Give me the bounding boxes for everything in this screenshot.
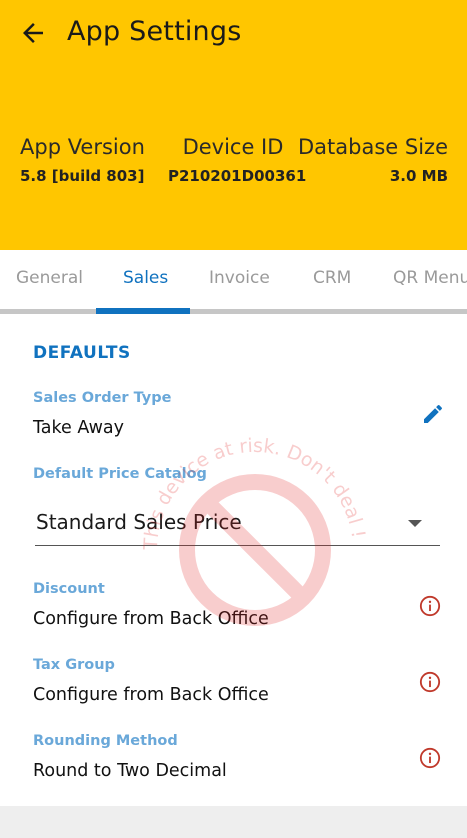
settings-tabs: General Sales Invoice CRM QR Menu bbox=[0, 250, 467, 314]
arrow-left-icon[interactable] bbox=[18, 18, 48, 48]
rounding-method-label: Rounding Method bbox=[33, 733, 178, 749]
tab-invoice[interactable]: Invoice bbox=[209, 268, 270, 288]
device-id-stat: Device ID P210201D00361 bbox=[168, 135, 307, 185]
price-catalog-value: Standard Sales Price bbox=[36, 510, 242, 534]
database-size-stat: Database Size 3.0 MB bbox=[298, 135, 448, 185]
app-version-label: App Version bbox=[20, 135, 145, 159]
app-version-stat: App Version 5.8 [build 803] bbox=[20, 135, 145, 185]
price-catalog-label: Default Price Catalog bbox=[33, 466, 207, 482]
sales-order-type-label: Sales Order Type bbox=[33, 390, 172, 406]
tab-general[interactable]: General bbox=[16, 268, 83, 288]
dropdown-arrow-icon bbox=[408, 520, 422, 527]
sales-order-type-value: Take Away bbox=[33, 418, 125, 438]
discount-value: Configure from Back Office bbox=[33, 609, 269, 629]
tax-group-label: Tax Group bbox=[33, 657, 115, 673]
device-id-label: Device ID bbox=[182, 135, 284, 159]
tax-group-value: Configure from Back Office bbox=[33, 685, 269, 705]
device-id-value: P210201D00361 bbox=[168, 167, 307, 185]
defaults-section-title: DEFAULTS bbox=[33, 343, 131, 363]
price-catalog-dropdown[interactable]: Standard Sales Price bbox=[35, 504, 440, 546]
rounding-info-icon[interactable] bbox=[419, 747, 441, 769]
tab-sales[interactable]: Sales bbox=[123, 268, 168, 288]
page-title: App Settings bbox=[67, 16, 242, 47]
tax-group-info-icon[interactable] bbox=[419, 671, 441, 693]
database-size-value: 3.0 MB bbox=[389, 167, 448, 185]
app-header: App Settings App Version 5.8 [build 803]… bbox=[0, 0, 467, 250]
discount-label: Discount bbox=[33, 581, 105, 597]
discount-info-icon[interactable] bbox=[419, 595, 441, 617]
rounding-method-value: Round to Two Decimal bbox=[33, 761, 227, 781]
bottom-bar bbox=[0, 806, 467, 838]
tab-qr-menu[interactable]: QR Menu bbox=[393, 268, 467, 288]
database-size-label: Database Size bbox=[298, 135, 448, 159]
sales-settings-panel: DEFAULTS Sales Order Type Take Away Defa… bbox=[0, 314, 467, 806]
app-version-value: 5.8 [build 803] bbox=[20, 167, 145, 185]
edit-pencil-icon[interactable] bbox=[421, 402, 445, 426]
tab-crm[interactable]: CRM bbox=[313, 268, 351, 288]
